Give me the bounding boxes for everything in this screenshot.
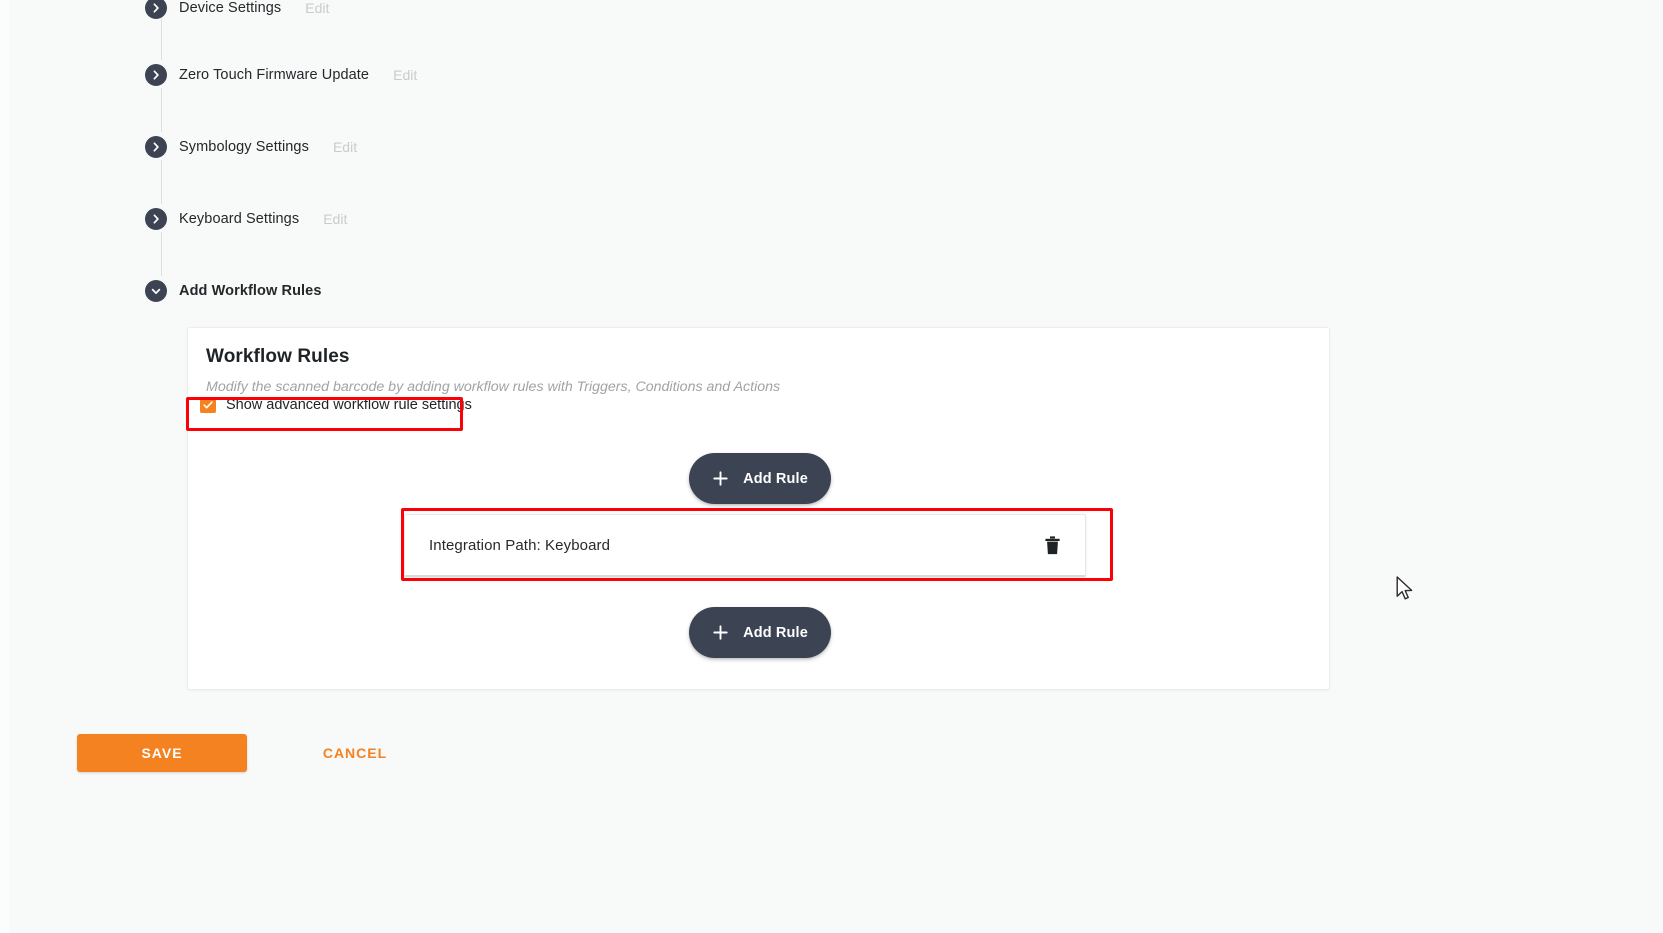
plus-icon (712, 624, 729, 641)
card-title: Workflow Rules (206, 346, 350, 367)
show-advanced-settings-row[interactable]: Show advanced workflow rule settings (194, 391, 478, 419)
workflow-rule-row[interactable]: Integration Path: Keyboard (404, 514, 1086, 577)
show-advanced-settings-label: Show advanced workflow rule settings (226, 397, 472, 413)
step-connector (161, 232, 162, 276)
delete-rule-button[interactable] (1040, 532, 1065, 559)
stepper-item-label: Device Settings (179, 0, 282, 16)
chevron-right-icon (145, 136, 167, 158)
arrow-pointer-icon (1396, 576, 1416, 603)
trash-icon (1044, 535, 1061, 555)
add-rule-button-label: Add Rule (743, 470, 808, 487)
chevron-down-icon (145, 280, 167, 302)
stepper-item-label: Add Workflow Rules (179, 283, 322, 299)
stepper-item-label: Keyboard Settings (179, 211, 300, 227)
chevron-right-icon (145, 64, 167, 86)
step-connector (161, 160, 162, 204)
stepper-item-keyboard-settings[interactable]: Keyboard Settings Edit (145, 205, 347, 233)
save-button[interactable]: SAVE (77, 734, 247, 772)
chevron-right-icon (145, 208, 167, 230)
workflow-rules-card: Workflow Rules Modify the scanned barcod… (187, 327, 1330, 690)
stepper-item-edit-link[interactable]: Edit (333, 139, 357, 155)
chevron-right-icon (145, 0, 167, 19)
cancel-button[interactable]: CANCEL (300, 734, 410, 772)
add-rule-button-label: Add Rule (743, 624, 808, 641)
step-connector (161, 88, 162, 132)
stepper-item-label: Symbology Settings (179, 139, 309, 155)
page-left-edge (0, 0, 9, 933)
stepper-item-symbology-settings[interactable]: Symbology Settings Edit (145, 133, 357, 161)
stepper-item-edit-link[interactable]: Edit (393, 67, 417, 83)
show-advanced-settings-checkbox[interactable] (200, 397, 216, 413)
plus-icon (712, 470, 729, 487)
add-rule-button-top[interactable]: Add Rule (689, 453, 831, 504)
stepper-item-zero-touch-firmware-update[interactable]: Zero Touch Firmware Update Edit (145, 61, 417, 89)
step-connector (161, 16, 162, 60)
stepper-item-device-settings[interactable]: Device Settings Edit (145, 0, 329, 22)
stepper-item-label: Zero Touch Firmware Update (179, 67, 370, 83)
workflow-rule-title: Integration Path: Keyboard (429, 536, 611, 554)
stepper-item-add-workflow-rules[interactable]: Add Workflow Rules (145, 277, 322, 305)
page-root: Device Settings Edit Zero Touch Firmware… (0, 0, 1663, 933)
stepper-item-edit-link[interactable]: Edit (323, 211, 347, 227)
add-rule-button-bottom[interactable]: Add Rule (689, 607, 831, 658)
stepper-item-edit-link[interactable]: Edit (305, 0, 329, 16)
